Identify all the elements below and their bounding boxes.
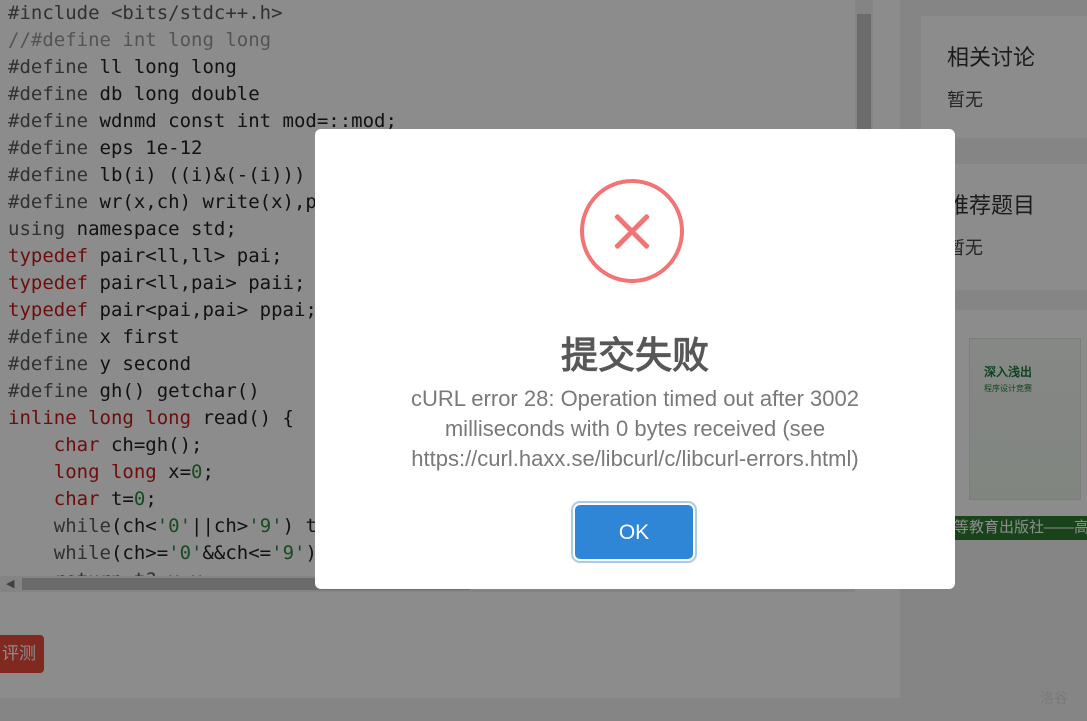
dialog-message: cURL error 28: Operation timed out after… [411,386,859,471]
dialog-title: 提交失败 [561,335,709,376]
error-dialog: 提交失败 cURL error 28: Operation timed out … [315,129,955,589]
ok-button[interactable]: OK [575,505,693,559]
error-x-icon [580,179,684,283]
